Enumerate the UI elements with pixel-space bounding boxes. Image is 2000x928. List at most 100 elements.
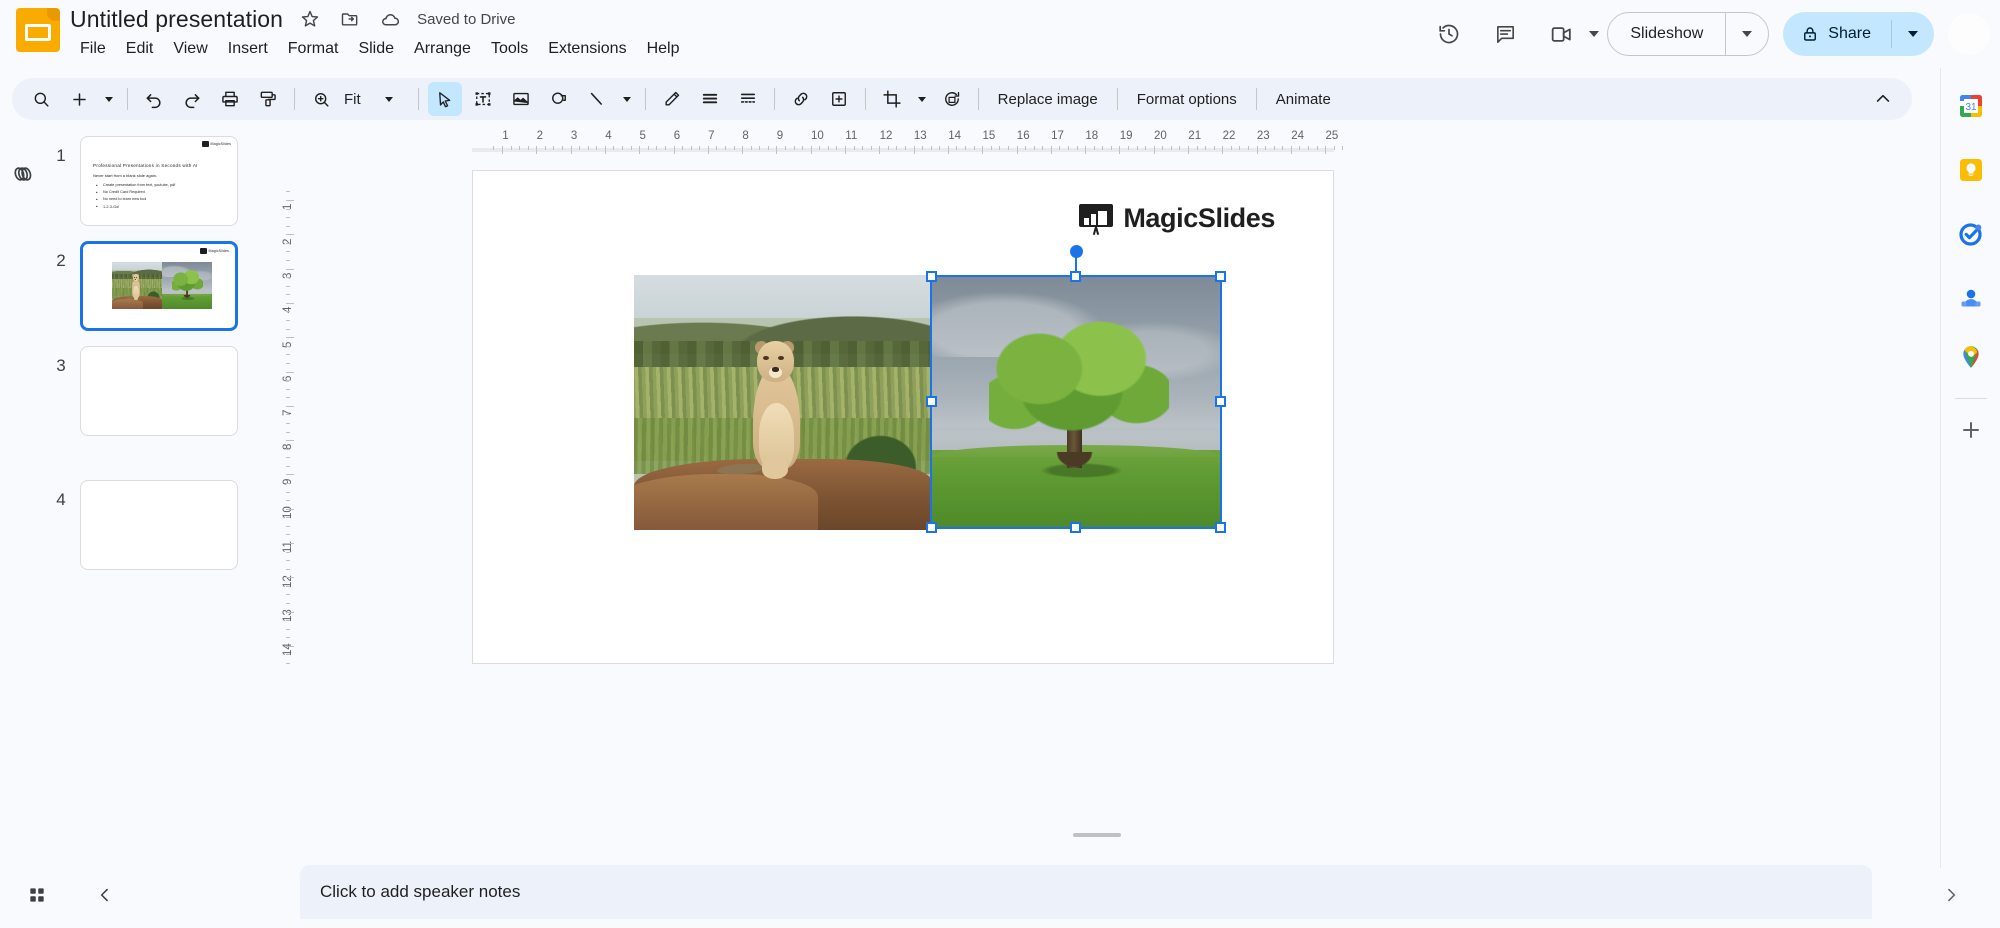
version-history-icon[interactable] — [1427, 12, 1471, 56]
menu-file[interactable]: File — [70, 36, 116, 62]
vertical-ruler[interactable]: 1 2 3 4 5 6 7 8 9 10 11 12 13 14 — [264, 154, 294, 810]
thumb-logo-text-1: MagicSlides — [210, 142, 231, 146]
redo-icon[interactable] — [175, 82, 209, 116]
collapse-toolbar-icon[interactable] — [1866, 82, 1900, 116]
comment-icon[interactable] — [1483, 12, 1527, 56]
grid-view-icon[interactable] — [22, 880, 52, 910]
slide-filmstrip[interactable]: 1 MagicSlides Professional Presentations… — [42, 128, 264, 848]
menu-arrange[interactable]: Arrange — [404, 36, 481, 62]
horizontal-ruler[interactable]: 1 2 3 4 5 6 7 8 9 10 11 12 13 14 15 16 17 18 19 20 21 22 23 24 2… — [294, 128, 1940, 154]
zoom-icon[interactable] — [304, 82, 338, 116]
h-ruler-tick — [1333, 146, 1335, 150]
filmstrip-slide-1[interactable]: 1 MagicSlides Professional Presentations… — [42, 136, 238, 226]
insert-image-icon[interactable] — [504, 82, 538, 116]
filmstrip-layers-icon[interactable] — [8, 160, 36, 188]
menu-insert[interactable]: Insert — [218, 36, 278, 62]
h-ruler-number: 24 — [1291, 130, 1304, 142]
h-ruler-tick — [1119, 146, 1121, 154]
h-ruler-tick — [784, 146, 786, 150]
crop-icon[interactable] — [875, 82, 909, 116]
meet-camera-icon[interactable] — [1539, 12, 1583, 56]
expand-sidebar-icon[interactable] — [1936, 880, 1966, 910]
meet-button[interactable] — [1533, 12, 1600, 56]
insert-comment-icon[interactable] — [822, 82, 856, 116]
speaker-notes-placeholder[interactable]: Click to add speaker notes — [320, 882, 520, 902]
insert-link-icon[interactable] — [784, 82, 818, 116]
text-color-icon[interactable] — [693, 82, 727, 116]
h-ruler-tick — [1299, 146, 1301, 150]
star-icon[interactable] — [297, 6, 323, 32]
select-cursor-icon[interactable] — [427, 82, 462, 116]
slide-thumbnail-1[interactable]: MagicSlides Professional Presentations i… — [80, 136, 238, 226]
filmstrip-slide-3[interactable]: 3 — [42, 346, 238, 436]
h-ruler-tick — [553, 146, 555, 150]
paint-format-icon[interactable] — [251, 82, 285, 116]
shape-icon[interactable] — [542, 82, 576, 116]
lion-photo[interactable] — [634, 275, 931, 530]
share-label-wrap[interactable]: Share — [1783, 25, 1891, 43]
v-ruler-tick — [286, 380, 290, 382]
thumb-logo-1: MagicSlides — [201, 141, 231, 147]
speaker-notes-field[interactable]: Click to add speaker notes — [300, 865, 1872, 919]
zoom-level-value[interactable]: Fit — [340, 91, 367, 108]
slideshow-button[interactable]: Slideshow — [1607, 12, 1770, 56]
pen-icon[interactable] — [655, 82, 689, 116]
google-maps-icon[interactable] — [1957, 343, 1985, 371]
slide-thumbnail-4[interactable] — [80, 480, 238, 570]
tree-photo[interactable] — [931, 276, 1221, 528]
replace-image-button[interactable]: Replace image — [986, 91, 1110, 108]
active-slide-canvas[interactable]: MagicSlides — [472, 170, 1334, 664]
v-ruler-tick — [286, 191, 290, 193]
slide-thumbnail-3[interactable] — [80, 346, 238, 436]
h-ruler-tick — [896, 146, 898, 150]
format-options-button[interactable]: Format options — [1125, 91, 1249, 108]
mask-reset-icon[interactable] — [935, 82, 969, 116]
v-ruler-tick — [286, 585, 290, 587]
notes-resize-handle[interactable] — [1073, 833, 1121, 837]
move-to-folder-icon[interactable] — [337, 6, 363, 32]
avatar[interactable] — [1948, 13, 1990, 55]
share-label[interactable]: Share — [1828, 25, 1871, 43]
rotation-handle[interactable] — [1069, 245, 1083, 258]
share-button[interactable]: Share — [1783, 12, 1934, 56]
new-slide-icon[interactable] — [62, 82, 96, 116]
menu-edit[interactable]: Edit — [116, 36, 164, 62]
menu-tools[interactable]: Tools — [481, 36, 538, 62]
h-ruler-number: 21 — [1188, 130, 1202, 142]
line-icon[interactable] — [580, 82, 614, 116]
animate-button[interactable]: Animate — [1264, 91, 1343, 108]
h-ruler-number: 2 — [536, 130, 543, 142]
menu-view[interactable]: View — [163, 36, 217, 62]
google-contacts-icon[interactable] — [1957, 284, 1985, 312]
menu-slide[interactable]: Slide — [348, 36, 404, 62]
new-slide-dropdown-caret[interactable] — [100, 82, 118, 116]
search-icon[interactable] — [24, 82, 58, 116]
slideshow-dropdown-caret[interactable] — [1726, 13, 1768, 55]
crop-dropdown-caret[interactable] — [913, 82, 931, 116]
line-dropdown-caret[interactable] — [618, 82, 636, 116]
google-tasks-icon[interactable] — [1957, 220, 1985, 248]
slide-thumbnail-2[interactable]: MagicSlides — [80, 241, 238, 331]
google-calendar-icon[interactable]: 31 — [1957, 92, 1985, 120]
meet-dropdown-caret[interactable] — [1589, 31, 1600, 37]
zoom-dropdown-caret[interactable] — [369, 82, 409, 116]
filmstrip-slide-2[interactable]: 2 MagicSlides — [42, 241, 238, 331]
toolbar-divider-9 — [1255, 88, 1257, 110]
menu-format[interactable]: Format — [278, 36, 349, 62]
menu-help[interactable]: Help — [637, 36, 690, 62]
tree-photo — [162, 262, 212, 309]
collapse-filmstrip-icon[interactable] — [90, 880, 120, 910]
slideshow-label[interactable]: Slideshow — [1608, 25, 1725, 43]
text-box-icon[interactable] — [466, 82, 500, 116]
google-keep-icon[interactable] — [1957, 156, 1985, 184]
menu-extensions[interactable]: Extensions — [538, 36, 636, 62]
page-title[interactable]: Untitled presentation — [70, 6, 283, 33]
share-dropdown-caret[interactable] — [1892, 12, 1934, 56]
background-icon[interactable] — [731, 82, 765, 116]
v-ruler-tick — [286, 645, 294, 647]
filmstrip-slide-4[interactable]: 4 — [42, 480, 238, 570]
canvas-viewport[interactable]: MagicSlides — [294, 154, 1940, 810]
undo-icon[interactable] — [137, 82, 171, 116]
print-icon[interactable] — [213, 82, 247, 116]
get-add-ons-icon[interactable] — [1957, 416, 1985, 444]
